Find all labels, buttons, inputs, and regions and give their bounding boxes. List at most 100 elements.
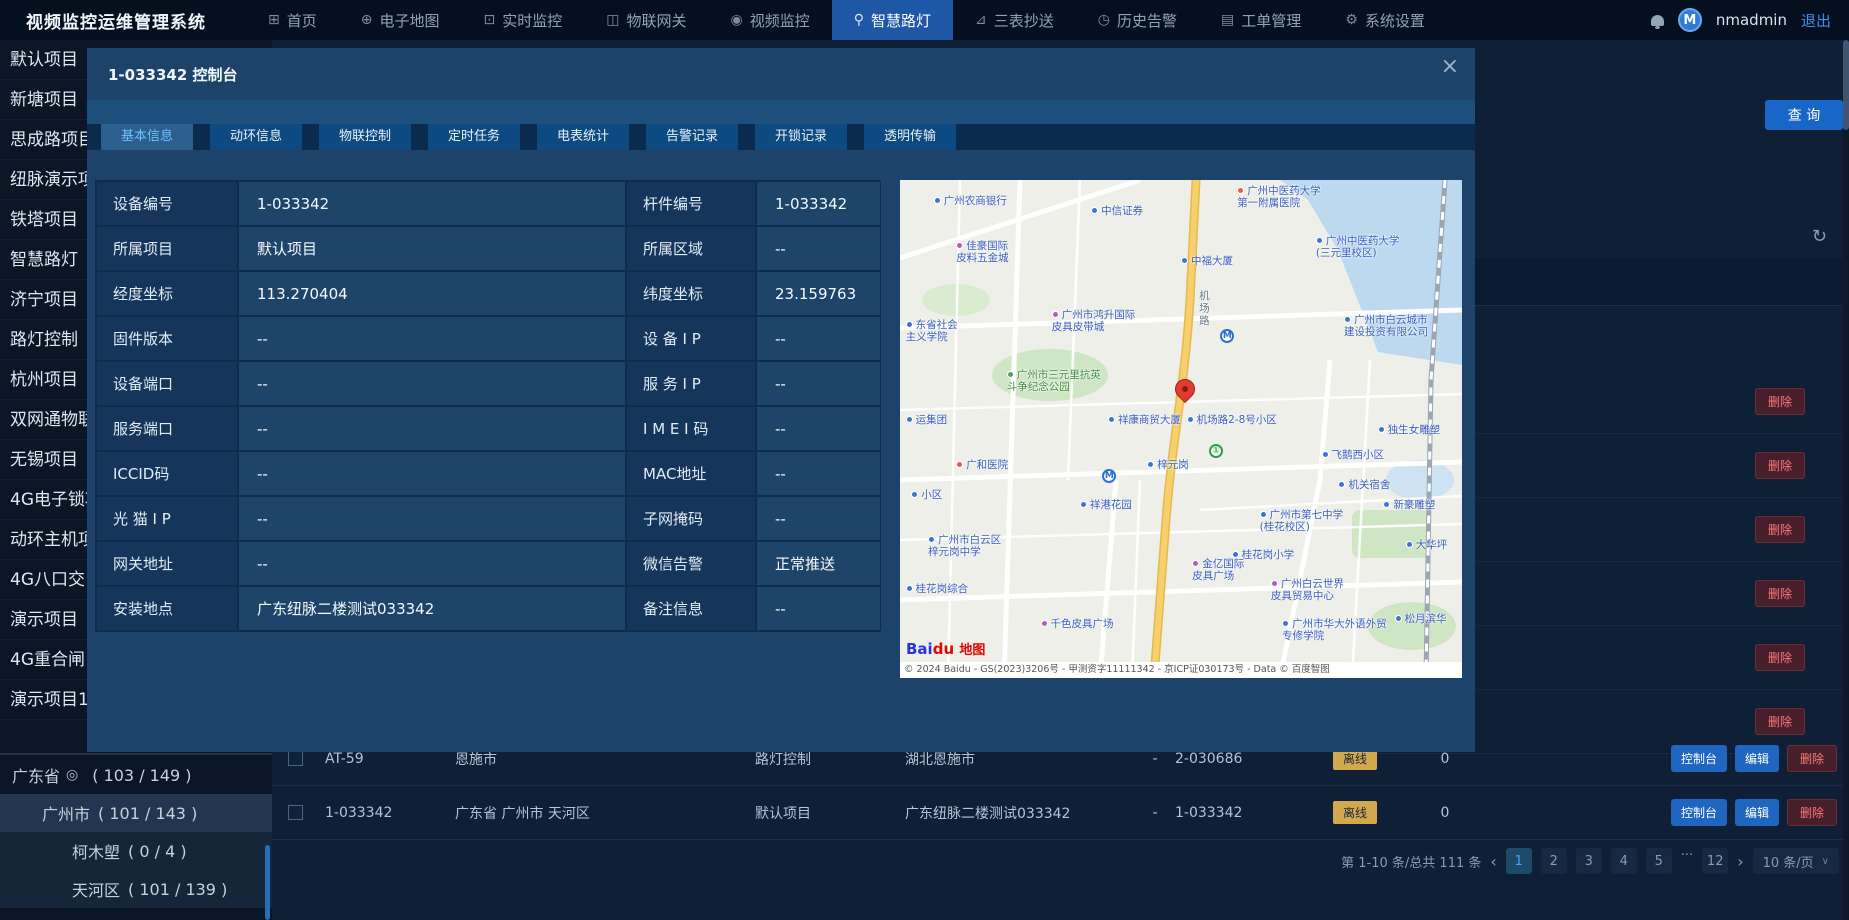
scrollbar-thumb[interactable]: [1843, 40, 1849, 130]
delete-button[interactable]: 删除: [1755, 516, 1805, 543]
info-label: 服 务 I P: [626, 361, 756, 406]
row-pole-id: 1-033342: [1175, 805, 1305, 821]
region-row-天河区[interactable]: 天河区( 101 / 139 ): [0, 870, 272, 908]
info-label: 设 备 I P: [626, 316, 756, 361]
page-12[interactable]: 12: [1702, 848, 1728, 874]
nav-item-实时监控[interactable]: ⊡实时监控: [462, 0, 585, 40]
refresh-icon[interactable]: ↻: [1812, 226, 1827, 247]
delete-button[interactable]: 删除: [1755, 644, 1805, 671]
info-label: 固件版本: [96, 316, 238, 361]
page-3[interactable]: 3: [1576, 848, 1602, 874]
region-row-柯木塱[interactable]: 柯木塱( 0 / 4 ): [0, 832, 272, 870]
sidebar-scrollbar[interactable]: [265, 845, 270, 920]
map-poi-label: 中信证券: [1091, 205, 1143, 217]
page-scrollbar[interactable]: [1843, 40, 1849, 920]
map-poi-label: 机场路2-8号小区: [1187, 414, 1277, 426]
poi-dot-icon: [1187, 416, 1194, 423]
map-poi-label: 广州市白云区 梓元岗中学: [928, 534, 1001, 558]
nav-item-视频监控[interactable]: ◉视频监控: [709, 0, 832, 40]
map-poi-label: 机场路: [1198, 290, 1210, 328]
info-value: --: [238, 361, 626, 406]
tab-告警记录[interactable]: 告警记录: [646, 124, 738, 150]
map-poi-label: 梓元岗: [1147, 459, 1189, 471]
nav-item-工单管理[interactable]: ▤工单管理: [1199, 0, 1323, 40]
delete-button[interactable]: 删除: [1755, 388, 1805, 415]
baidu-logo-bai: Bai: [906, 640, 933, 658]
info-value: --: [756, 586, 881, 631]
nav-item-智慧路灯[interactable]: ⚲智慧路灯: [832, 0, 953, 40]
delete-button[interactable]: 删除: [1755, 580, 1805, 607]
info-value: 1-033342: [238, 181, 626, 226]
nav-item-首页[interactable]: ⊞首页: [246, 0, 339, 40]
pagination-total: 第 1-10 条/总共 111 条: [1341, 852, 1481, 871]
row-alarm-count: 0: [1405, 751, 1485, 767]
region-row-广州市[interactable]: 广州市( 101 / 143 ): [0, 794, 272, 832]
info-label: 子网掩码: [626, 496, 756, 541]
nav-item-电子地图[interactable]: ⊕电子地图: [339, 0, 462, 40]
tab-开锁记录[interactable]: 开锁记录: [755, 124, 847, 150]
device-console-modal: 1-033342 控制台 × 基本信息动环信息物联控制定时任务电表统计告警记录开…: [87, 48, 1475, 752]
delete-button[interactable]: 删除: [1755, 452, 1805, 479]
poi-dot-icon: [956, 461, 963, 468]
close-icon[interactable]: ×: [1441, 54, 1459, 79]
info-label: 服务端口: [96, 406, 238, 451]
nav-item-三表抄送[interactable]: ⊿三表抄送: [953, 0, 1076, 40]
checkbox[interactable]: [288, 751, 303, 766]
info-value: --: [756, 451, 881, 496]
gateway-icon: ◫: [606, 12, 619, 28]
logout-link[interactable]: 退出: [1801, 10, 1831, 31]
map-poi-label: 祥康商贸大厦: [1108, 414, 1181, 426]
page-size-select[interactable]: 10 条/页 ∨: [1753, 848, 1839, 874]
nav-item-label: 智慧路灯: [871, 10, 931, 31]
page-4[interactable]: 4: [1611, 848, 1637, 874]
checkbox[interactable]: [288, 805, 303, 820]
map-poi-label: 松月滨华: [1395, 613, 1447, 625]
console-button[interactable]: 控制台: [1671, 799, 1727, 826]
nav-item-系统设置[interactable]: ⚙系统设置: [1323, 0, 1447, 40]
top-nav: 视频监控运维管理系统 ⊞首页⊕电子地图⊡实时监控◫物联网关◉视频监控⚲智慧路灯⊿…: [0, 0, 1849, 40]
poi-dot-icon: [1237, 187, 1244, 194]
map-poi-label: 运集团: [906, 414, 948, 426]
delete-button[interactable]: 删除: [1787, 745, 1837, 772]
baidu-map[interactable]: 广州农商银行中信证券广州中医药大学 第一附属医院佳豪国际 皮料五金城中福大厦广州…: [900, 180, 1462, 678]
page-1[interactable]: 1: [1506, 848, 1532, 874]
tab-基本信息[interactable]: 基本信息: [101, 124, 193, 150]
map-poi-label: 中福大厦: [1181, 255, 1233, 267]
next-page-arrow[interactable]: ›: [1737, 852, 1743, 871]
console-button[interactable]: 控制台: [1671, 745, 1727, 772]
row-status: 离线: [1305, 801, 1405, 824]
delete-button[interactable]: 删除: [1787, 799, 1837, 826]
nav-item-label: 视频监控: [750, 10, 810, 31]
tab-动环信息[interactable]: 动环信息: [210, 124, 302, 150]
map-poi-label: 广州市第七中学 (桂花校区): [1260, 509, 1344, 533]
page-5[interactable]: 5: [1646, 848, 1672, 874]
info-value: --: [756, 316, 881, 361]
nav-item-物联网关[interactable]: ◫物联网关: [584, 0, 708, 40]
region-name: 广州市: [42, 801, 90, 825]
nav-item-历史告警[interactable]: ◷历史告警: [1076, 0, 1199, 40]
delete-button[interactable]: 删除: [1755, 708, 1805, 735]
tab-定时任务[interactable]: 定时任务: [428, 124, 520, 150]
device-info-table: 设备编号1-033342杆件编号1-033342所属项目默认项目所属区域--经度…: [95, 180, 880, 632]
sidebar-divider: [0, 753, 272, 755]
poi-dot-icon: [1091, 207, 1098, 214]
query-button[interactable]: 查 询: [1765, 100, 1843, 130]
bell-icon[interactable]: [1651, 15, 1664, 26]
info-label: 杆件编号: [626, 181, 756, 226]
tab-物联控制[interactable]: 物联控制: [319, 124, 411, 150]
info-label: 安装地点: [96, 586, 238, 631]
poi-dot-icon: [1232, 551, 1239, 558]
tab-电表统计[interactable]: 电表统计: [537, 124, 629, 150]
avatar[interactable]: M: [1678, 8, 1702, 32]
page-2[interactable]: 2: [1541, 848, 1567, 874]
row-dash: -: [1135, 805, 1175, 821]
prev-page-arrow[interactable]: ‹: [1490, 852, 1496, 871]
region-count: ( 103 / 149 ): [92, 766, 191, 785]
tab-透明传输[interactable]: 透明传输: [864, 124, 956, 150]
modal-tabbar: 基本信息动环信息物联控制定时任务电表统计告警记录开锁记录透明传输: [87, 124, 1475, 150]
edit-button[interactable]: 编辑: [1735, 745, 1779, 772]
region-row-广东省[interactable]: 广东省◎( 103 / 149 ): [0, 756, 272, 794]
map-poi-label: 广州中医药大学 第一附属医院: [1237, 185, 1321, 209]
baidu-logo: Baidu 地图: [906, 639, 985, 658]
edit-button[interactable]: 编辑: [1735, 799, 1779, 826]
